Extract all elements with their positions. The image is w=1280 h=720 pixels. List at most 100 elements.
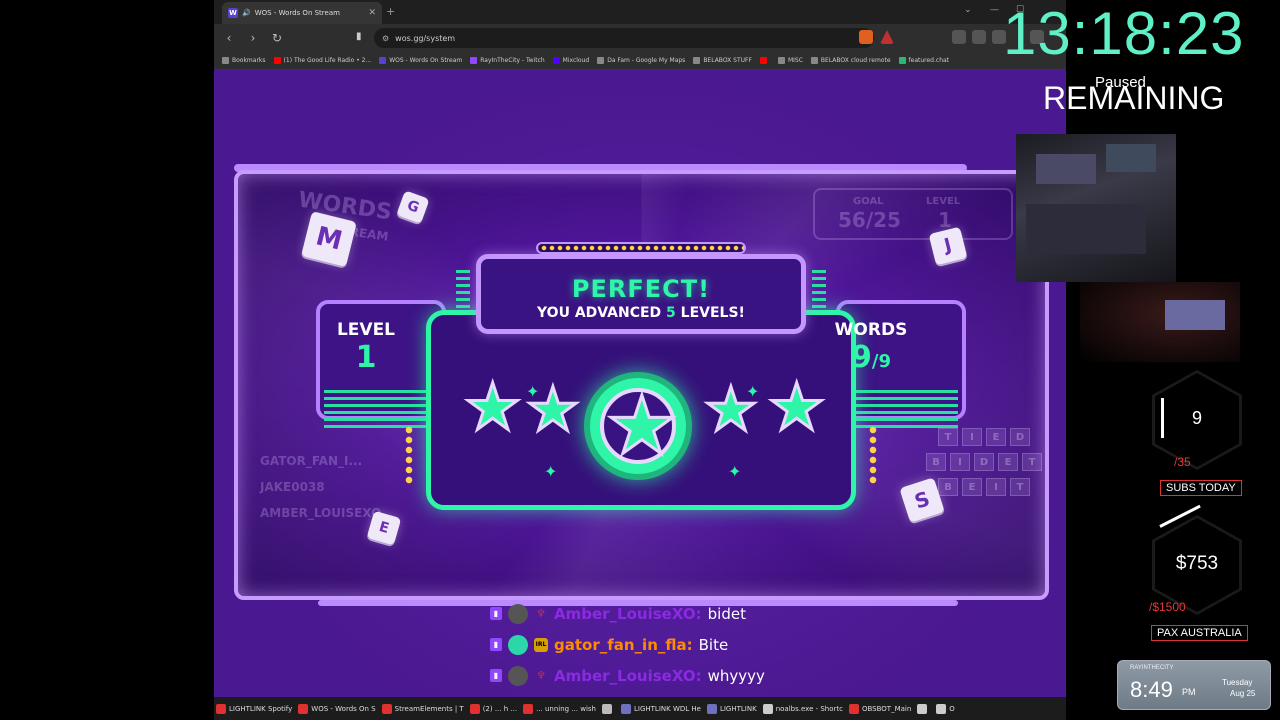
bookmark-item[interactable]: featured.chat bbox=[898, 57, 950, 64]
bookmark-item[interactable]: BELABOX STUFF bbox=[693, 57, 752, 64]
marquee-lights bbox=[536, 242, 746, 254]
music-icon[interactable] bbox=[952, 30, 966, 44]
taskbar-item[interactable]: LIGHTLINK bbox=[706, 703, 757, 714]
bg-level-label: LEVEL bbox=[926, 196, 961, 207]
tab-search-icon[interactable]: ⌄ bbox=[964, 5, 972, 15]
words-found: 9 bbox=[851, 340, 872, 375]
forward-icon[interactable]: › bbox=[246, 31, 260, 45]
cam-desk bbox=[1026, 204, 1146, 254]
tab-bar: W 🔊 WOS - Words On Stream ✕ + ⌄ — ☐ bbox=[214, 0, 1066, 24]
bookmark-icon bbox=[759, 57, 767, 64]
chat-text: whyyyy bbox=[707, 666, 765, 685]
taskbar-item[interactable]: LIGHTLINK Spotify bbox=[216, 703, 293, 714]
sparkle-icon: ✦ bbox=[746, 382, 760, 401]
donation-goal: /$1500 bbox=[1149, 600, 1186, 614]
bookmark-label: featured.chat bbox=[908, 57, 950, 64]
bookmark-icon bbox=[470, 57, 478, 64]
bookmark-icon bbox=[597, 57, 605, 64]
taskbar: LIGHTLINK Spotify WOS - Words On S StreamE… bbox=[214, 697, 1066, 720]
taskbar-label: ... unning ... wish bbox=[536, 704, 596, 713]
app-icon bbox=[523, 703, 534, 714]
clock-ampm: PM bbox=[1182, 687, 1196, 697]
bookmark-item[interactable]: WOS - Words On Stream bbox=[379, 57, 462, 64]
avatar bbox=[508, 603, 528, 624]
taskbar-label: LIGHTLINK Spotify bbox=[229, 704, 293, 713]
browser-window: W 🔊 WOS - Words On Stream ✕ + ⌄ — ☐ ‹ › … bbox=[214, 0, 1066, 697]
bookmark-item[interactable]: (1) The Good Life Radio • 2... bbox=[273, 57, 372, 64]
chat-message: ▮ IRL gator_fan_in_fla: Bite bbox=[490, 629, 820, 660]
bookmark-label: Mixcloud bbox=[562, 57, 590, 64]
tab-wos[interactable]: W 🔊 WOS - Words On Stream ✕ bbox=[222, 2, 382, 24]
bookmark-item[interactable] bbox=[759, 57, 770, 64]
app-icon bbox=[469, 703, 480, 714]
bookmark-item[interactable]: Bookmarks bbox=[222, 57, 266, 64]
taskbar-item[interactable]: LIGHTLINK WDL He bbox=[621, 703, 701, 714]
app-icon bbox=[381, 703, 392, 714]
clock-date: Aug 25 bbox=[1230, 689, 1256, 698]
taskbar-label: LIGHTLINK bbox=[719, 704, 757, 713]
clock-brand: RAYINTHECITY bbox=[1130, 665, 1174, 671]
address-bar[interactable]: ⚙ wos.gg/system bbox=[374, 28, 874, 48]
timer-remaining-label: REMAINING bbox=[1043, 80, 1225, 116]
bookmark-item[interactable]: BELABOX cloud remote bbox=[810, 57, 891, 64]
screen: W 🔊 WOS - Words On Stream ✕ + ⌄ — ☐ ‹ › … bbox=[0, 0, 1280, 720]
bookmark-icon bbox=[379, 57, 387, 64]
words-label: WORDS bbox=[834, 320, 908, 340]
brave-rewards-icon[interactable] bbox=[880, 30, 894, 44]
taskbar-item[interactable]: O bbox=[936, 703, 955, 714]
taskbar-item[interactable]: ... unning ... wish bbox=[523, 703, 596, 714]
letter-tile: D bbox=[974, 453, 994, 471]
letter-tile: E bbox=[998, 453, 1018, 471]
app-icon bbox=[621, 703, 631, 714]
site-info-icon[interactable]: ⚙ bbox=[382, 34, 389, 43]
bookmark-icon bbox=[898, 57, 906, 64]
taskbar-label: WOS - Words On S bbox=[311, 704, 376, 713]
taskbar-item[interactable]: WOS - Words On S bbox=[298, 703, 376, 714]
subs-goal: /35 bbox=[1174, 455, 1191, 469]
taskbar-item[interactable] bbox=[602, 703, 615, 714]
new-tab-button[interactable]: + bbox=[386, 5, 395, 18]
bookmark-label: (1) The Good Life Radio • 2... bbox=[283, 57, 372, 64]
bookmark-item[interactable]: Mixcloud bbox=[552, 57, 590, 64]
back-icon[interactable]: ‹ bbox=[222, 31, 236, 45]
app-icon bbox=[706, 703, 717, 714]
user-badge-icon: ♆ bbox=[536, 606, 546, 620]
taskbar-item[interactable]: OBSBOT_Main bbox=[848, 703, 911, 714]
taskbar-label: LIGHTLINK WDL He bbox=[634, 704, 701, 713]
sparkle-icon: ✦ bbox=[544, 462, 558, 481]
bookmark-item[interactable]: MISC bbox=[777, 57, 803, 64]
bookmark-label: RayInTheCity - Twitch bbox=[480, 57, 545, 64]
bookmark-icon bbox=[777, 57, 785, 64]
taskbar-item[interactable]: (2) ... h ... bbox=[469, 703, 517, 714]
user-badge-icon: ♆ bbox=[536, 668, 546, 682]
minimize-button[interactable]: — bbox=[990, 5, 999, 15]
taskbar-item[interactable]: StreamElements | T bbox=[381, 703, 464, 714]
secondary-camera-feed bbox=[1080, 282, 1240, 362]
app-icon bbox=[216, 703, 226, 714]
taskbar-item[interactable] bbox=[917, 703, 930, 714]
cam-monitor bbox=[1106, 144, 1156, 172]
bookmark-item[interactable]: Da Fam - Google My Maps bbox=[597, 57, 685, 64]
chat-username: Amber_LouiseXO: bbox=[554, 604, 702, 623]
app-icon bbox=[917, 703, 928, 714]
chat-text: bidet bbox=[707, 604, 746, 623]
sparkle-icon: ✦ bbox=[728, 462, 742, 481]
reload-icon[interactable]: ↻ bbox=[270, 31, 284, 45]
tab-title: WOS - Words On Stream bbox=[254, 9, 340, 17]
close-tab-icon[interactable]: ✕ bbox=[368, 8, 376, 18]
bookmark-item[interactable]: RayInTheCity - Twitch bbox=[470, 57, 545, 64]
app-icon bbox=[602, 703, 612, 714]
cam-monitor bbox=[1036, 154, 1096, 184]
app-icon bbox=[848, 703, 859, 714]
chat-text: Bite bbox=[698, 635, 729, 654]
brave-shield-icon[interactable] bbox=[859, 30, 873, 44]
words-total: /9 bbox=[871, 351, 891, 372]
sidebar-icon[interactable] bbox=[972, 30, 986, 44]
level-value: 1 bbox=[355, 340, 377, 375]
app-icon bbox=[762, 703, 773, 714]
leaderboard-row: JAKE0038 bbox=[260, 480, 325, 494]
bookmark-icon[interactable]: ▮ bbox=[356, 31, 362, 42]
bookmark-label: BELABOX cloud remote bbox=[820, 57, 891, 64]
taskbar-item[interactable]: noalbs.exe - Shortc bbox=[762, 703, 843, 714]
result-title: PERFECT! bbox=[571, 275, 711, 303]
